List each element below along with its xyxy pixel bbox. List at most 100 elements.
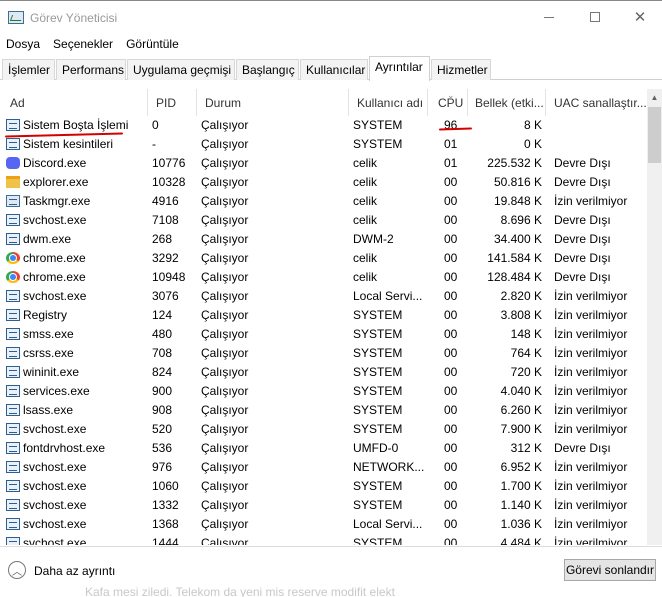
process-uac: Devre Dışı <box>554 251 611 265</box>
process-pid: 124 <box>152 308 173 322</box>
table-row[interactable]: svchost.exe 1444 Çalışıyor SYSTEM 00 4.484 Kİ… <box>2 534 647 545</box>
process-pid: 480 <box>152 327 173 341</box>
process-status: Çalışıyor <box>201 403 249 417</box>
process-user: SYSTEM <box>353 327 403 341</box>
process-memory: 1.036 K <box>500 517 542 531</box>
tab-app-history[interactable]: Uygulama geçmişi <box>127 59 235 80</box>
column-header-pid[interactable]: PID <box>148 89 197 116</box>
process-memory: 8 K <box>523 118 542 132</box>
table-row[interactable]: explorer.exe 10328 Çalışıyor celik 00 50.816 … <box>2 173 647 192</box>
window-process-icon <box>6 385 20 397</box>
scroll-thumb[interactable] <box>648 107 661 163</box>
process-status: Çalışıyor <box>201 251 249 265</box>
table-row[interactable]: dwm.exe 268 Çalışıyor DWM-2 00 34.400 K Devre … <box>2 230 647 249</box>
process-name: chrome.exe <box>23 251 86 265</box>
process-user: celik <box>353 251 378 265</box>
discord-icon <box>6 157 20 169</box>
process-memory: 4.484 K <box>500 536 542 545</box>
process-status: Çalışıyor <box>201 422 249 436</box>
process-memory: 0 K <box>523 137 542 151</box>
process-name-cell: Taskmgr.exe <box>6 192 149 211</box>
window-process-icon <box>6 290 20 302</box>
scroll-up-arrow-icon[interactable]: ▲ <box>647 89 662 106</box>
process-pid: 1444 <box>152 536 179 545</box>
process-name: wininit.exe <box>23 365 80 379</box>
process-uac: İzin verilmiyor <box>554 498 628 512</box>
process-name: Taskmgr.exe <box>23 194 91 208</box>
process-memory: 225.532 K <box>487 156 542 170</box>
table-row[interactable]: svchost.exe 1368 Çalışıyor Local Servi... 00… <box>2 515 647 534</box>
maximize-button[interactable] <box>572 1 618 33</box>
minimize-button[interactable] <box>526 1 572 33</box>
window-process-icon <box>6 480 20 492</box>
tab-processes[interactable]: İşlemler <box>2 59 55 80</box>
table-row[interactable]: wininit.exe 824 Çalışıyor SYSTEM 00 720 K İzin… <box>2 363 647 382</box>
process-user: NETWORK... <box>353 460 425 474</box>
process-pid: 1332 <box>152 498 179 512</box>
process-memory: 1.140 K <box>500 498 542 512</box>
window-process-icon <box>6 423 20 435</box>
column-header-name[interactable]: Ad <box>2 89 148 116</box>
table-row[interactable]: fontdrvhost.exe 536 Çalışıyor UMFD-0 00 312 K… <box>2 439 647 458</box>
fewer-details-link[interactable]: Daha az ayrıntı <box>34 564 115 578</box>
folder-icon <box>6 176 20 188</box>
table-row[interactable]: svchost.exe 976 Çalışıyor NETWORK... 00 6.952… <box>2 458 647 477</box>
column-header-memory[interactable]: Bellek (etki... <box>468 89 546 116</box>
table-row[interactable]: svchost.exe 520 Çalışıyor SYSTEM 00 7.900 K İz… <box>2 420 647 439</box>
process-memory: 148 K <box>510 327 542 341</box>
window-process-icon <box>6 347 20 359</box>
tab-performance[interactable]: Performans <box>56 59 126 80</box>
minimize-icon <box>544 16 554 18</box>
menu-view[interactable]: Görüntüle <box>126 37 179 51</box>
close-button[interactable]: ✕ <box>617 1 662 33</box>
table-row[interactable]: Discord.exe 10776 Çalışıyor celik 01 225.532 … <box>2 154 647 173</box>
vertical-scrollbar[interactable]: ▲ <box>647 89 662 545</box>
table-row[interactable]: svchost.exe 3076 Çalışıyor Local Servi... 00… <box>2 287 647 306</box>
process-name: Sistem Boşta İşlemi <box>23 118 129 132</box>
process-name-cell: svchost.exe <box>6 515 149 534</box>
table-row[interactable]: services.exe 900 Çalışıyor SYSTEM 00 4.040 Kİ… <box>2 382 647 401</box>
process-uac: Devre Dışı <box>554 232 611 246</box>
table-row[interactable]: svchost.exe 1060 Çalışıyor SYSTEM 00 1.700 Kİ… <box>2 477 647 496</box>
process-user: celik <box>353 213 378 227</box>
process-name-cell: wininit.exe <box>6 363 149 382</box>
process-memory: 128.484 K <box>487 270 542 284</box>
menu-options[interactable]: Seçenekler <box>53 37 113 51</box>
process-memory: 50.816 K <box>493 175 542 189</box>
table-row[interactable]: svchost.exe 1332 Çalışıyor SYSTEM 00 1.140 Kİ… <box>2 496 647 515</box>
table-row[interactable]: lsass.exe 908 Çalışıyor SYSTEM 00 6.260 K İzin… <box>2 401 647 420</box>
process-memory: 6.952 K <box>500 460 542 474</box>
process-uac: İzin verilmiyor <box>554 384 628 398</box>
process-user: SYSTEM <box>353 536 403 545</box>
chevron-up-icon[interactable]: ︿ <box>8 561 26 579</box>
process-memory: 1.700 K <box>500 479 542 493</box>
table-row[interactable]: csrss.exe 708 Çalışıyor SYSTEM 00 764 K İzin v… <box>2 344 647 363</box>
process-memory: 19.848 K <box>493 194 542 208</box>
tab-services[interactable]: Hizmetler <box>431 59 491 80</box>
process-pid: 10776 <box>152 156 186 170</box>
table-row[interactable]: svchost.exe 7108 Çalışıyor celik 00 8.696 K De… <box>2 211 647 230</box>
column-header-uac[interactable]: UAC sanallaştır... <box>546 89 647 116</box>
process-memory: 312 K <box>510 441 542 455</box>
table-row[interactable]: Taskmgr.exe 4916 Çalışıyor celik 00 19.848 Kİ… <box>2 192 647 211</box>
process-name-cell: csrss.exe <box>6 344 149 363</box>
tab-details[interactable]: Ayrıntılar <box>369 56 430 81</box>
process-memory: 3.808 K <box>500 308 542 322</box>
taskmgr-icon <box>6 195 20 207</box>
process-pid: - <box>152 137 156 151</box>
table-row[interactable]: Registry 124 Çalışıyor SYSTEM 00 3.808 K İzin … <box>2 306 647 325</box>
tab-users[interactable]: Kullanıcılar <box>300 59 368 80</box>
column-header-status[interactable]: Durum <box>197 89 349 116</box>
table-row[interactable]: Sistem kesintileri - Çalışıyor SYSTEM 01 0 K <box>2 135 647 154</box>
column-header-user[interactable]: Kullanıcı adı <box>349 89 428 116</box>
table-row[interactable]: smss.exe 480 Çalışıyor SYSTEM 00 148 K İzin ve… <box>2 325 647 344</box>
process-pid: 536 <box>152 441 173 455</box>
menu-file[interactable]: Dosya <box>6 37 40 51</box>
window-title: Görev Yöneticisi <box>30 11 118 25</box>
process-uac: Devre Dışı <box>554 441 611 455</box>
table-row[interactable]: chrome.exe 3292 Çalışıyor celik 00 141.584 KD… <box>2 249 647 268</box>
end-task-button[interactable]: Görevi sonlandır <box>564 559 656 581</box>
table-row[interactable]: chrome.exe 10948 Çalışıyor celik 00 128.484 K… <box>2 268 647 287</box>
tab-startup[interactable]: Başlangıç <box>236 59 299 80</box>
process-user: celik <box>353 175 378 189</box>
